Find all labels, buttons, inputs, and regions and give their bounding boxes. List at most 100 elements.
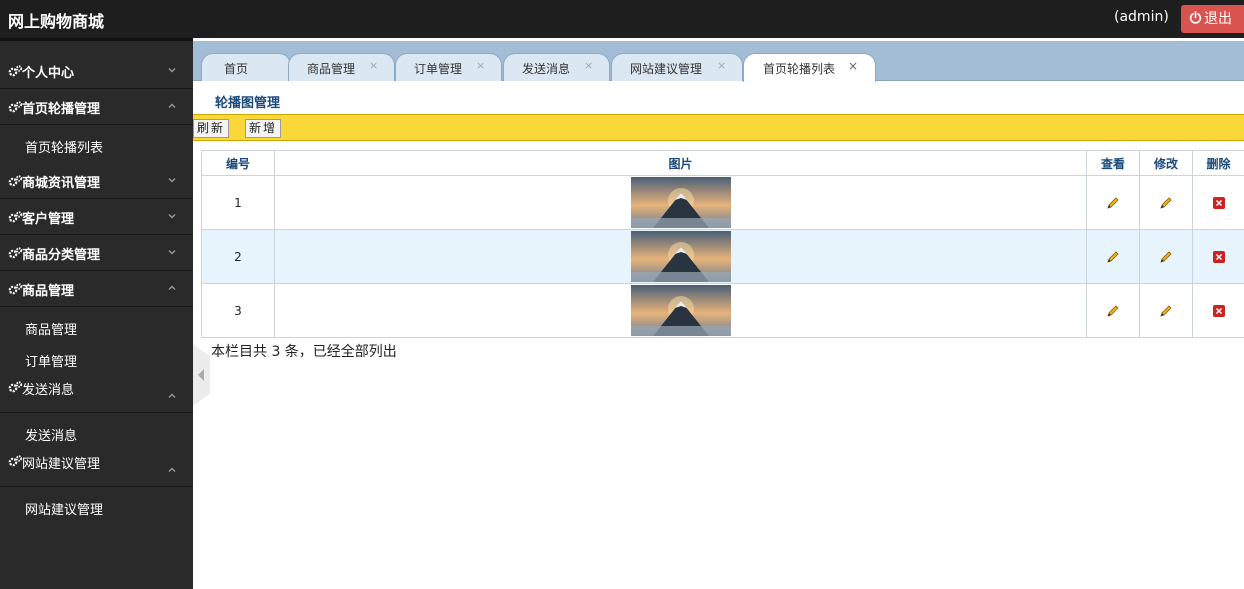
tab-orders[interactable]: 订单管理 ×	[395, 53, 502, 81]
row-image-cell	[274, 283, 1087, 338]
gear-icon	[8, 283, 23, 295]
sidebar-group-products[interactable]: 商品管理	[0, 271, 193, 307]
sidebar-group-label: 网站建议管理	[22, 457, 101, 472]
row-view-cell	[1086, 229, 1140, 284]
close-icon[interactable]: ×	[584, 59, 593, 72]
gear-icon	[8, 65, 23, 77]
pencil-icon[interactable]	[1105, 249, 1121, 265]
gear-icon	[8, 247, 23, 259]
sidebar: 个人中心 首页轮播管理 首页轮播列表 商城资讯管理 客户管理 商品分类管理 商品…	[0, 38, 193, 589]
chevron-up-icon	[168, 285, 176, 290]
chevron-up-icon	[168, 393, 176, 398]
sidebar-item-carousel-list[interactable]: 首页轮播列表	[25, 137, 103, 156]
sidebar-item-products[interactable]: 商品管理	[25, 319, 77, 338]
row-image-cell	[274, 229, 1087, 284]
tab-suggestions[interactable]: 网站建议管理 ×	[611, 53, 743, 81]
row-view-cell	[1086, 283, 1140, 338]
sidebar-group-personal-center[interactable]: 个人中心	[0, 53, 193, 89]
logout-label: 退出	[1204, 11, 1232, 27]
sidebar-group-label: 个人中心	[22, 66, 75, 81]
sidebar-group-suggestions[interactable]: 网站建议管理	[0, 445, 193, 487]
pencil-icon[interactable]	[1158, 249, 1174, 265]
tab-home[interactable]: 首页	[201, 53, 291, 81]
gear-icon	[8, 101, 23, 113]
close-icon[interactable]: ×	[369, 59, 378, 72]
top-bar: 网上购物商城 (admin) 退出	[0, 0, 1244, 38]
column-header-image: 图片	[274, 150, 1087, 176]
column-header-edit: 修改	[1139, 150, 1193, 176]
sidebar-group-label: 商品分类管理	[22, 248, 101, 263]
close-icon[interactable]: ×	[717, 59, 726, 72]
sidebar-group-categories[interactable]: 商品分类管理	[0, 235, 193, 271]
sidebar-collapse-handle[interactable]	[193, 344, 210, 406]
arrow-left-icon	[198, 369, 204, 381]
sidebar-item-orders[interactable]: 订单管理	[25, 351, 77, 370]
sidebar-group-carousel[interactable]: 首页轮播管理	[0, 89, 193, 125]
row-id: 3	[201, 283, 275, 338]
current-user: (admin)	[1114, 9, 1169, 25]
tab-label: 首页轮播列表	[763, 62, 836, 76]
sidebar-group-label: 商城资讯管理	[22, 176, 101, 191]
chevron-down-icon	[168, 178, 176, 183]
table-row: 1	[201, 175, 1244, 230]
delete-icon[interactable]	[1211, 195, 1227, 211]
sidebar-group-label: 发送消息	[22, 383, 75, 398]
pencil-icon[interactable]	[1105, 195, 1121, 211]
power-icon	[1189, 11, 1202, 24]
gear-icon	[8, 175, 23, 187]
delete-icon[interactable]	[1211, 303, 1227, 319]
tab-label: 商品管理	[307, 62, 356, 76]
pencil-icon[interactable]	[1105, 303, 1121, 319]
row-edit-cell	[1139, 229, 1193, 284]
table-row: 3	[201, 283, 1244, 338]
sidebar-item-send-message[interactable]: 发送消息	[25, 425, 77, 444]
tab-messages[interactable]: 发送消息 ×	[503, 53, 610, 81]
carousel-thumbnail	[630, 285, 731, 336]
table-row: 2	[201, 229, 1244, 284]
tab-bar: 首页 商品管理 × 订单管理 × 发送消息 × 网站建议管理 × 首页轮播列表 …	[193, 41, 1244, 82]
column-header-view: 查看	[1086, 150, 1140, 176]
add-button[interactable]: 新增	[245, 119, 282, 138]
gear-icon	[8, 381, 23, 393]
carousel-thumbnail	[630, 231, 731, 282]
row-id: 1	[201, 175, 275, 230]
toolbar: 刷新 新增	[193, 114, 1244, 141]
refresh-button[interactable]: 刷新	[193, 119, 230, 138]
pencil-icon[interactable]	[1158, 195, 1174, 211]
tab-label: 网站建议管理	[630, 62, 703, 76]
page-title: 轮播图管理	[215, 96, 281, 111]
pencil-icon[interactable]	[1158, 303, 1174, 319]
tab-carousel-list[interactable]: 首页轮播列表 ×	[743, 53, 876, 82]
row-edit-cell	[1139, 283, 1193, 338]
row-view-cell	[1086, 175, 1140, 230]
sidebar-group-news[interactable]: 商城资讯管理	[0, 163, 193, 199]
close-icon[interactable]: ×	[848, 59, 858, 73]
gear-icon	[8, 211, 23, 223]
row-delete-cell	[1192, 175, 1244, 230]
tab-label: 发送消息	[522, 62, 571, 76]
record-count-note: 本栏目共 3 条，已经全部列出	[211, 344, 397, 360]
sidebar-item-suggestions[interactable]: 网站建议管理	[25, 499, 103, 518]
column-header-id: 编号	[201, 150, 275, 176]
gear-icon	[8, 455, 23, 467]
delete-icon[interactable]	[1211, 249, 1227, 265]
sidebar-group-label: 首页轮播管理	[22, 102, 101, 117]
sidebar-group-messages[interactable]: 发送消息	[0, 371, 193, 413]
row-image-cell	[274, 175, 1087, 230]
chevron-up-icon	[168, 103, 176, 108]
sidebar-group-customers[interactable]: 客户管理	[0, 199, 193, 235]
chevron-down-icon	[168, 250, 176, 255]
table-header-row: 编号 图片 查看 修改 删除	[201, 150, 1244, 176]
row-id: 2	[201, 229, 275, 284]
row-delete-cell	[1192, 283, 1244, 338]
carousel-table: 编号 图片 查看 修改 删除 1 2 3	[201, 150, 1244, 338]
chevron-down-icon	[168, 68, 176, 73]
chevron-down-icon	[168, 214, 176, 219]
sidebar-group-label: 商品管理	[22, 284, 75, 299]
row-delete-cell	[1192, 229, 1244, 284]
carousel-thumbnail	[630, 177, 731, 228]
close-icon[interactable]: ×	[476, 59, 485, 72]
logout-button[interactable]: 退出	[1181, 5, 1244, 33]
tab-products[interactable]: 商品管理 ×	[288, 53, 395, 81]
brand-title: 网上购物商城	[8, 12, 105, 31]
